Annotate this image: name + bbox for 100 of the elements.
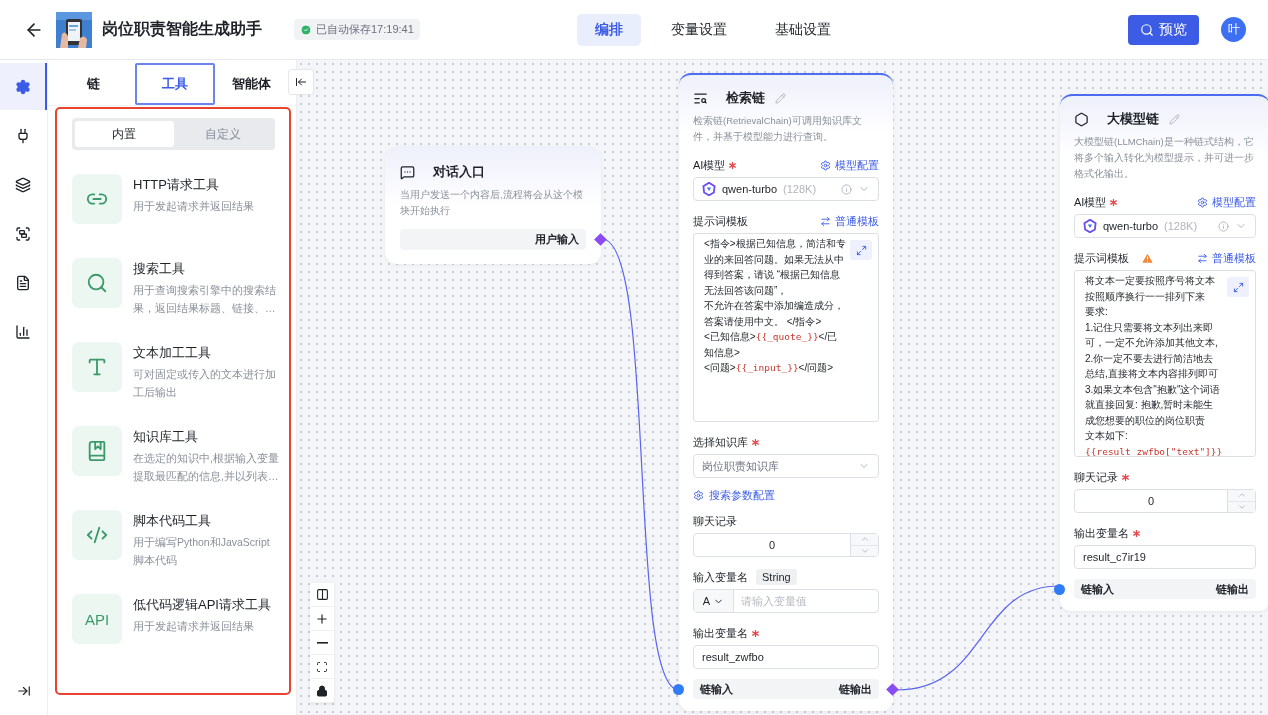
info-icon [1218, 220, 1229, 232]
node-description: 当用户发送一个内容后,流程将会从这个模块开始执行 [400, 188, 584, 218]
api-label: API [84, 610, 110, 628]
search-icon [86, 272, 108, 294]
header-tab[interactable]: 编排 [577, 13, 641, 46]
node-card[interactable] [679, 73, 893, 711]
text-icon [86, 356, 108, 378]
node-card[interactable] [1060, 94, 1268, 611]
field-label: 聊天记录 [1074, 469, 1118, 485]
expand-button[interactable] [850, 240, 872, 260]
node-title: 对话入口 [433, 163, 485, 181]
node-card[interactable]: 对话入口 当用户发送一个内容后,流程将会从这个模块开始执行 用户输入 [385, 147, 601, 264]
tool-item[interactable]: 文本加工工具 可对固定或传入的文本进行加工后输出 [72, 342, 275, 426]
field-label: 提示词模板 [693, 213, 748, 229]
output-name-input[interactable]: result_c7ir19 [1074, 545, 1256, 569]
tool-description: 用于发起请求并返回结果 [133, 619, 255, 634]
output-name-input[interactable]: result_zwfbo [693, 645, 879, 669]
tool-title: 脚本代码工具 [133, 512, 212, 530]
input-port[interactable] [1054, 584, 1065, 595]
tool-description: 可对固定或传入的文本进行加工后输出 [133, 367, 277, 400]
expand-icon [1232, 281, 1244, 293]
template-switch-link[interactable]: 普通模板 [1197, 250, 1256, 266]
panel-tab[interactable]: 链 [53, 63, 133, 105]
minus-icon [316, 641, 328, 644]
panel-icon [315, 588, 329, 601]
field-label: 聊天记录 [693, 513, 737, 529]
tool-description: 用于查询搜索引擎中的搜索结果，返回结果标题、链接、… [133, 283, 277, 316]
header-tab[interactable]: 变量设置 [653, 13, 745, 46]
fit-view-icon [316, 660, 328, 673]
arrow-to-line-icon [16, 684, 31, 698]
model-logo-icon [702, 182, 716, 196]
field-label: 提示词模板 [1074, 250, 1129, 266]
node-title: 检索链 [726, 89, 765, 107]
port-label: 链输入 [700, 681, 733, 697]
input-port[interactable] [673, 684, 684, 695]
model-select[interactable]: qwen-turbo (128K) [693, 177, 879, 201]
panel-tab[interactable]: 工具 [135, 63, 215, 105]
knowledge-select[interactable]: 岗位职责知识库 [693, 454, 879, 478]
variable-field[interactable]: A 请输入变量值 [693, 589, 879, 613]
tool-description: 用于发起请求并返回结果 [133, 199, 255, 214]
document-icon [14, 274, 31, 291]
expand-button[interactable] [1227, 277, 1249, 297]
tool-description: 在选定的知识中,根据输入变量提取最匹配的信息,并以列表… [133, 451, 279, 484]
field-label: AI模型 [693, 157, 726, 173]
tool-title: 搜索工具 [133, 260, 186, 278]
node-title: 大模型链 [1107, 110, 1159, 128]
port-label: 链输入 [1081, 581, 1114, 597]
field-label: 选择知识库 [693, 434, 748, 450]
code-icon [86, 524, 108, 546]
search-config-link[interactable]: 搜索参数配置 [693, 488, 775, 503]
tool-item[interactable]: 脚本代码工具 用于编写Python和JavaScript脚本代码 [72, 510, 275, 594]
search-icon [1140, 22, 1154, 37]
collapse-panel-button[interactable] [288, 69, 314, 95]
field-label: 输入变量名 [693, 569, 748, 585]
settings-icon [693, 490, 704, 501]
plus-icon [315, 611, 329, 626]
settings-icon [14, 78, 31, 95]
prompt-field[interactable]: 将文本一定要按照序号将文本按照顺序换行一一排列下来 要求: 1.记住只需要将文本列出来即可，一定不允许添加其他文本, 2.你一定不要去进行简洁地去总结,直接将文本内容排列即可 3.如果文本包含"抱歉"这个词语就直接回复: 抱歉,暂时未能生成您想要的职位的岗位职责 文本如下: {{result_zwfbo["text"]}} [1074, 270, 1256, 457]
field-label: AI模型 [1074, 194, 1107, 210]
preview-button[interactable]: 预览 [1128, 14, 1199, 45]
app-title: 岗位职责智能生成助手 [102, 19, 262, 40]
chat-icon [400, 164, 415, 180]
tool-item[interactable]: HTTP请求工具 用于发起请求并返回结果 [72, 174, 275, 258]
segment-option[interactable]: 内置 [75, 121, 174, 147]
type-tag: String [756, 569, 797, 585]
tool-title: HTTP请求工具 [133, 176, 220, 194]
model-logo-icon [1083, 219, 1097, 233]
port-label: 链输出 [1216, 581, 1249, 597]
header-tab[interactable]: 基础设置 [757, 13, 849, 46]
panel-tab[interactable]: 智能体 [217, 63, 285, 105]
model-config-link[interactable]: 模型配置 [820, 157, 879, 173]
settings-icon [1197, 196, 1208, 208]
node-description: 检索链(RetrievalChain)可调用知识库文件，并基于模型能力进行查询。 [693, 114, 863, 144]
tool-title: 知识库工具 [133, 428, 199, 446]
expand-icon [855, 244, 867, 256]
model-config-link[interactable]: 模型配置 [1197, 194, 1256, 210]
tool-title: 低代码逻辑API请求工具 [133, 596, 272, 614]
tool-item[interactable]: API 低代码逻辑API请求工具 用于发起请求并返回结果 [72, 594, 275, 678]
tool-title: 文本加工工具 [133, 344, 212, 362]
bar-chart-icon [14, 323, 31, 340]
user-avatar[interactable]: 叶 [1221, 17, 1246, 42]
field-label: 输出变量名 [1074, 525, 1129, 541]
tool-description: 用于编写Python和JavaScript脚本代码 [133, 535, 271, 568]
check-icon [300, 23, 312, 36]
prompt-field[interactable]: <指令>根据已知信息，简洁和专业的来回答问题。如果无法从中得到答案，请说 “根据已知信息无法回答该问题”， 不允许在答案中添加编造成分，答案请使用中文。 </指令> <已知信息>{{_quote_}}</已知信息> <问题>{{_input_}}</问题> [693, 233, 879, 422]
bookmark-icon [86, 440, 108, 462]
type-select[interactable]: A [694, 590, 734, 612]
swap-icon [820, 215, 831, 227]
hexagon-icon [1074, 111, 1089, 127]
layers-icon [14, 176, 31, 193]
tool-item[interactable]: 搜索工具 用于查询搜索引擎中的搜索结果，返回结果标题、链接、… [72, 258, 275, 342]
squares-icon [14, 225, 31, 242]
field-label: 输出变量名 [693, 625, 748, 641]
port-label: 链输出 [839, 681, 872, 697]
template-switch-link[interactable]: 普通模板 [820, 213, 879, 229]
arrow-to-line-icon [295, 75, 307, 89]
model-select[interactable]: qwen-turbo (128K) [1074, 214, 1256, 238]
port-label: 用户输入 [535, 232, 579, 247]
text-search-icon [693, 90, 708, 106]
swap-icon [1197, 252, 1208, 264]
